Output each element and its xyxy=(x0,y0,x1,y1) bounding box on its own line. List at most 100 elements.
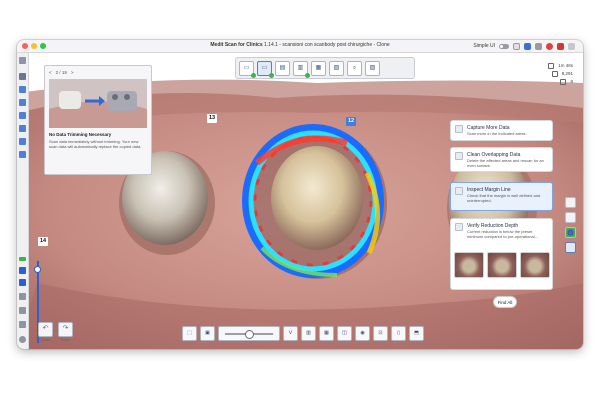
layers-icon[interactable] xyxy=(19,279,26,286)
card-clean-overlapping-data[interactable]: Clean Overlapping Data Delete the affect… xyxy=(450,147,553,172)
fill-hole-tool-button[interactable]: ◉ xyxy=(355,325,370,341)
redo-label: Redo xyxy=(60,337,71,342)
trim-icon[interactable] xyxy=(19,151,26,158)
color-map-button[interactable] xyxy=(565,227,576,238)
app-window: Medit Scan for Clinics 1.14.1 - scansion… xyxy=(17,40,583,349)
redo-icon: ↷ xyxy=(58,322,73,337)
titlebar-tools: Simple UI xyxy=(473,42,575,50)
window-title: Medit Scan for Clinics 1.14.1 - scansion… xyxy=(167,42,433,48)
tooth-label-13: 13 xyxy=(207,114,217,123)
layout-icon[interactable] xyxy=(513,42,520,50)
view-icon[interactable] xyxy=(19,267,26,274)
stage-toolbar: ▭ ▭ ▤ ▥ ▦ ▧ ⌕ ▨ xyxy=(235,57,415,79)
tip-prev-button[interactable]: < xyxy=(49,70,52,75)
margin-icon xyxy=(455,187,463,195)
card-desc: Delete the affected areas and rescan for… xyxy=(467,158,544,168)
tools-icon[interactable] xyxy=(19,307,26,314)
slider-knob[interactable] xyxy=(245,329,254,339)
tip-next-button[interactable]: > xyxy=(71,70,74,75)
tip-panel: < 2 / 19 > No Data Trimming Necessary Sc… xyxy=(44,65,152,175)
tooth-12 xyxy=(271,146,363,250)
pre-op-stage-button[interactable]: ▦ xyxy=(311,60,326,76)
frame-count: 8 xyxy=(570,79,573,84)
tip-page: 2 / 19 xyxy=(55,70,67,75)
analysis-stage-button[interactable]: ▧ xyxy=(329,60,344,76)
scanner-icon[interactable] xyxy=(19,293,26,300)
scan-status: 1m 48s 8,291 8 xyxy=(548,62,573,86)
record-icon[interactable] xyxy=(546,42,553,50)
undo-label: Undo xyxy=(40,337,51,342)
shield-icon[interactable] xyxy=(524,42,531,50)
stop-icon[interactable] xyxy=(557,42,564,50)
gear-icon[interactable] xyxy=(19,336,26,343)
scan-lower-icon[interactable] xyxy=(19,99,26,106)
maximize-window-button[interactable] xyxy=(40,43,46,49)
mandible-stage-button[interactable]: ▭ xyxy=(257,60,274,78)
scanbody-icon[interactable] xyxy=(19,125,26,132)
menu-icon[interactable] xyxy=(19,57,26,64)
card-desc: Check that the margin is well defined an… xyxy=(467,193,541,203)
frames-icon xyxy=(560,79,567,85)
lock-area-tool-button[interactable]: ⬒ xyxy=(409,325,424,341)
reset-view-button[interactable] xyxy=(565,197,576,208)
collapse-icon[interactable] xyxy=(19,73,26,80)
copy-data-icon[interactable] xyxy=(19,138,26,145)
find-all-button[interactable]: Find All xyxy=(493,296,517,308)
select-tool-button[interactable]: ⬚ xyxy=(182,325,197,341)
tip-description: Scan data immediately without trimming. … xyxy=(49,139,142,149)
points-icon xyxy=(551,71,558,77)
project-name: 1.14.1 - scansioni con scanbody post chi… xyxy=(264,42,390,48)
scan-time: 1m 48s xyxy=(558,63,573,68)
app-name: Medit Scan for Clinics xyxy=(210,42,263,48)
clean-icon xyxy=(455,152,463,160)
title-bar: Medit Scan for Clinics 1.14.1 - scansion… xyxy=(17,40,583,53)
simple-ui-toggle[interactable] xyxy=(499,43,509,49)
lock-tool-button[interactable]: ▣ xyxy=(200,325,215,341)
close-window-button[interactable] xyxy=(22,43,28,49)
settings-icon[interactable] xyxy=(535,42,542,50)
status-green-icon xyxy=(19,257,26,261)
share-icon[interactable] xyxy=(19,321,26,328)
left-sidebar xyxy=(17,53,29,349)
finish-stage-button[interactable]: ▨ xyxy=(365,60,380,76)
undercut-tool-button[interactable]: ◫ xyxy=(337,325,352,341)
camera-icon xyxy=(455,125,463,133)
help-icon[interactable] xyxy=(568,42,575,50)
check-icon xyxy=(305,72,310,78)
erase-tool-button[interactable]: ⊡ xyxy=(373,325,388,341)
check-icon xyxy=(269,72,274,78)
check-icon xyxy=(251,72,256,78)
scanbody-stage-button[interactable]: ▥ xyxy=(293,60,310,78)
card-inspect-margin-line[interactable]: Inspect Margin Line Check that the margi… xyxy=(450,182,553,211)
thumbnail[interactable] xyxy=(520,252,550,278)
slider-knob[interactable] xyxy=(34,266,41,273)
card-capture-more-data[interactable]: Capture More Data Scan more in the indic… xyxy=(450,120,553,141)
undo-icon: ↶ xyxy=(38,322,53,337)
point-count: 8,291 xyxy=(561,71,573,76)
tip-pager: < 2 / 19 > xyxy=(49,70,74,75)
minimize-window-button[interactable] xyxy=(31,43,37,49)
bottom-toolbar: ⬚ ▣ ᐯ ▥ ▦ ◫ ◉ ⊡ ▯ ⬒ xyxy=(182,323,432,343)
delete-tool-button[interactable]: ▯ xyxy=(391,325,406,341)
tooth-label-12: 12 xyxy=(346,117,356,126)
thumbnail[interactable] xyxy=(454,252,484,278)
depth-icon xyxy=(455,223,463,231)
occlusion-stage-button[interactable]: ▤ xyxy=(275,60,290,76)
reduction-thumbnails xyxy=(454,252,550,278)
filter-slider[interactable] xyxy=(218,325,280,341)
tip-illustration xyxy=(49,79,147,128)
analysis-button[interactable] xyxy=(565,242,576,253)
redo-button[interactable]: ↷ Redo xyxy=(57,322,74,344)
simple-ui-label: Simple UI xyxy=(473,43,495,49)
tip-title: No Data Trimming Necessary xyxy=(49,132,112,137)
texture-button[interactable] xyxy=(565,212,576,223)
scan-bite-icon[interactable] xyxy=(19,112,26,119)
margin-tool-button[interactable]: ᐯ xyxy=(283,325,298,341)
scan-upper-icon[interactable] xyxy=(19,86,26,93)
maxilla-stage-button[interactable]: ▭ xyxy=(239,60,256,78)
inspect-stage-button[interactable]: ⌕ xyxy=(347,60,362,76)
ai-tool-button[interactable]: ▥ xyxy=(301,325,316,341)
scanbody-tool-button[interactable]: ▦ xyxy=(319,325,334,341)
thumbnail[interactable] xyxy=(487,252,517,278)
undo-button[interactable]: ↶ Undo xyxy=(37,322,54,344)
